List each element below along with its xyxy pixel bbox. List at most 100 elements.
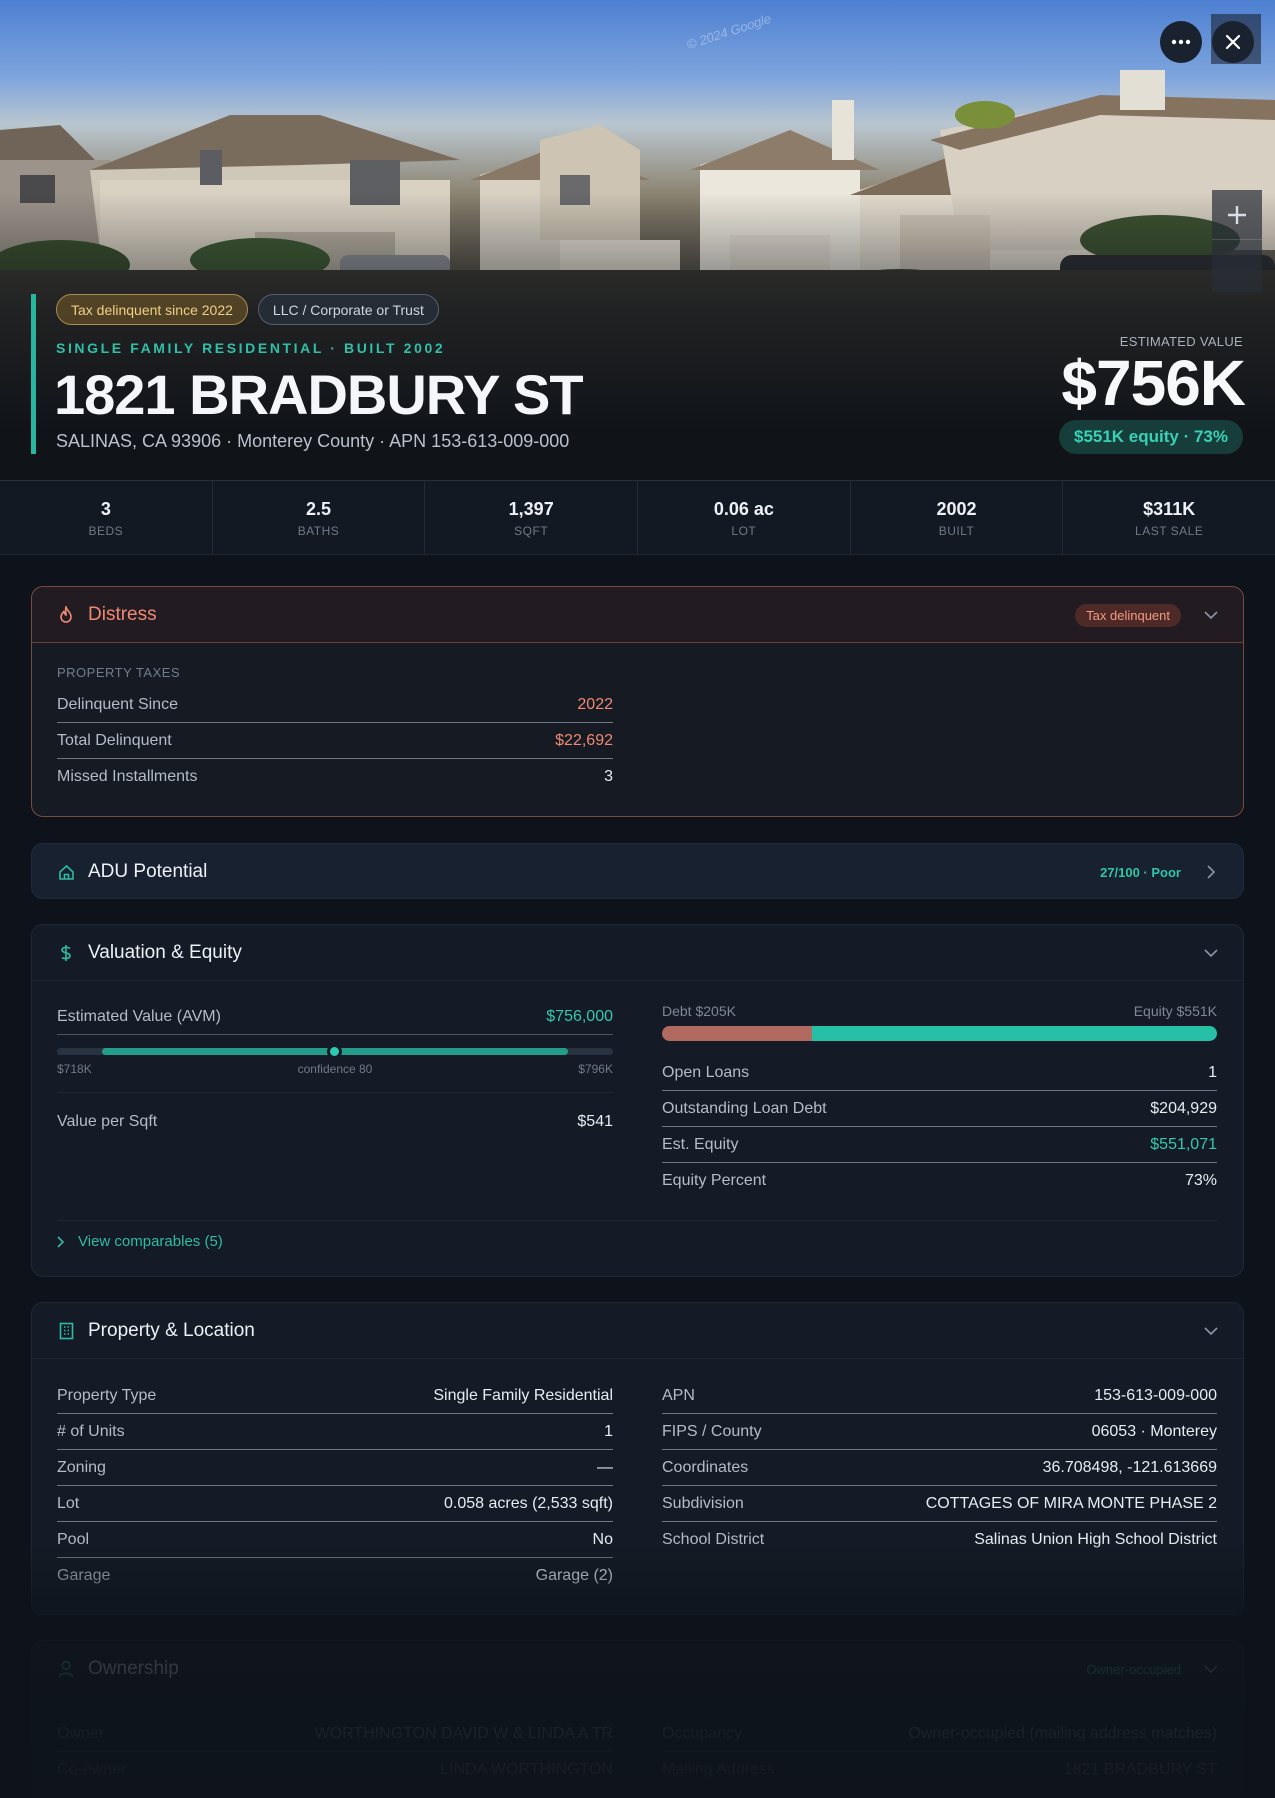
adu-potential-card[interactable]: ADU Potential 27/100 · Poor — [31, 843, 1244, 899]
distress-header[interactable]: Distress Tax delinquent — [32, 587, 1243, 643]
kv-value: 73% — [1184, 1172, 1217, 1189]
close-button[interactable] — [1212, 21, 1254, 63]
kv-row: Outstanding Loan Debt $204,929 — [662, 1091, 1217, 1127]
range-high: $796K — [578, 1062, 613, 1076]
property-tags: Tax delinquent since 2022 LLC / Corporat… — [56, 294, 439, 325]
kv-row: FIPS / County 06053 · Monterey — [662, 1414, 1217, 1450]
kv-key: Missed Installments — [57, 768, 198, 785]
chevron-down-icon[interactable] — [1201, 605, 1221, 625]
kv-row: Mailing Address 1821 BRADBURY ST — [662, 1752, 1217, 1788]
kv-key: Garage — [57, 1567, 111, 1584]
confidence-range-bar — [57, 1044, 613, 1059]
kv-row: Est. Equity $551,071 — [662, 1127, 1217, 1163]
chevron-down-icon[interactable] — [1201, 943, 1221, 963]
avm-label: Estimated Value (AVM) — [57, 1007, 221, 1025]
kv-value: $22,692 — [555, 731, 613, 749]
kv-key: Occupancy — [662, 1724, 743, 1742]
property-stats-strip: 3 BEDS 2.5 BATHS 1,397 SQFT 0.06 ac LOT … — [0, 480, 1275, 555]
ownership-header[interactable]: Ownership Owner-occupied — [32, 1641, 1243, 1697]
kv-value: 1 — [1208, 1063, 1217, 1081]
stat-label: BATHS — [297, 524, 340, 538]
kv-key: School District — [662, 1531, 765, 1548]
stat-beds: 3 BEDS — [0, 481, 213, 554]
chevron-down-icon[interactable] — [1201, 1659, 1221, 1679]
debt-segment — [662, 1026, 812, 1041]
stat-label: BUILT — [938, 524, 975, 538]
kv-value: Salinas Union High School District — [974, 1531, 1217, 1548]
stat-value: 0.06 ac — [713, 499, 774, 519]
property-location-title: Property & Location — [88, 1319, 255, 1341]
zoom-in-icon — [1228, 205, 1246, 224]
estimated-value: $756K — [1061, 347, 1246, 419]
chevron-right-icon[interactable] — [1201, 862, 1221, 882]
kv-value: Owner-occupied (mailing address matches) — [908, 1724, 1217, 1742]
debt-equity-labels: Debt $205K Equity $551K — [662, 1003, 1217, 1019]
kv-value: 0.058 acres (2,533 sqft) — [444, 1494, 613, 1512]
view-comparables-link[interactable]: View comparables (5) — [57, 1233, 223, 1250]
stat-value: $311K — [1143, 499, 1196, 519]
property-taxes-label: PROPERTY TAXES — [57, 665, 181, 680]
property-subtitle: SINGLE FAMILY RESIDENTIAL · BUILT 2002 — [56, 340, 446, 356]
kv-row: Zoning — — [57, 1450, 613, 1486]
stat-value: 1,397 — [508, 499, 554, 519]
adu-header[interactable]: ADU Potential 27/100 · Poor — [32, 844, 1243, 900]
title-accent-bar — [31, 294, 36, 454]
stat-sqft: 1,397 SQFT — [425, 481, 639, 554]
map-zoom-control — [1212, 190, 1262, 292]
kv-key: Equity Percent — [662, 1172, 767, 1189]
chevron-down-icon[interactable] — [1201, 1321, 1221, 1341]
kv-row: Property Type Single Family Residential — [57, 1378, 613, 1414]
kv-row: Equity Percent 73% — [662, 1163, 1217, 1199]
kv-row: Owner WORTHINGTON DAVID W & LINDA A TR — [57, 1716, 613, 1752]
kv-row: Occupancy Owner-occupied (mailing addres… — [662, 1716, 1217, 1752]
valuation-title: Valuation & Equity — [88, 941, 242, 963]
more-options-button[interactable] — [1160, 21, 1202, 63]
user-icon — [57, 1660, 75, 1678]
kv-key: Zoning — [57, 1458, 106, 1476]
divider — [57, 1220, 1217, 1221]
kv-row: School District Salinas Union High Schoo… — [662, 1522, 1217, 1558]
distress-title: Distress — [88, 603, 157, 625]
view-comparables-label: View comparables (5) — [78, 1233, 223, 1250]
adu-score: 27/100 · Poor — [1100, 864, 1181, 880]
kv-row: Coordinates 36.708498, -121.613669 — [662, 1450, 1217, 1486]
kv-row: Missed Installments 3 — [57, 759, 613, 795]
ownership-badge: Owner-occupied — [1086, 1661, 1181, 1677]
kv-key: Total Delinquent — [57, 731, 172, 749]
kv-value: Single Family Residential — [433, 1386, 613, 1404]
kv-row: Subdivision COTTAGES OF MIRA MONTE PHASE… — [662, 1486, 1217, 1522]
zoom-in-button[interactable] — [1212, 190, 1262, 240]
kv-value: 3 — [604, 768, 613, 785]
kv-value: $204,929 — [1150, 1099, 1217, 1117]
distress-card: Distress Tax delinquent PROPERTY TAXES D… — [31, 586, 1244, 817]
debt-label: Debt $205K — [662, 1003, 736, 1019]
kv-row: Open Loans 1 — [662, 1055, 1217, 1091]
stat-value: 3 — [100, 499, 111, 519]
stat-value: 2.5 — [305, 499, 332, 519]
kv-value: Garage (2) — [535, 1567, 613, 1584]
kv-key: Coordinates — [662, 1458, 749, 1476]
equity-segment — [811, 1026, 1217, 1041]
kv-key: Open Loans — [662, 1063, 750, 1081]
kv-value: 2022 — [577, 695, 613, 713]
kv-row: Total Delinquent $22,692 — [57, 723, 613, 759]
kv-key: Co-owner — [57, 1761, 127, 1778]
kv-value: No — [592, 1530, 613, 1548]
kv-value: 36.708498, -121.613669 — [1042, 1458, 1217, 1476]
kv-key: Property Type — [57, 1386, 157, 1404]
kv-value: — — [597, 1458, 613, 1476]
more-horizontal-icon — [1171, 39, 1191, 45]
kv-key: APN — [662, 1386, 695, 1404]
avm-row: Estimated Value (AVM) $756,000 — [57, 999, 613, 1035]
valuation-header[interactable]: Valuation & Equity — [32, 925, 1243, 981]
street-view-hero: © 2024 Google Tax delinquent since 2022 … — [0, 0, 1275, 480]
stat-built: 2002 BUILT — [851, 481, 1064, 554]
stat-label: LAST SALE — [1135, 524, 1204, 538]
equity-label: Equity $551K — [1133, 1003, 1217, 1019]
property-location-header[interactable]: Property & Location — [32, 1303, 1243, 1359]
stat-value: 2002 — [936, 499, 977, 519]
building-icon — [57, 1322, 75, 1340]
range-low: $718K — [57, 1062, 92, 1076]
kv-row: Lot 0.058 acres (2,533 sqft) — [57, 1486, 613, 1522]
kv-value: 153-613-009-000 — [1094, 1386, 1217, 1404]
